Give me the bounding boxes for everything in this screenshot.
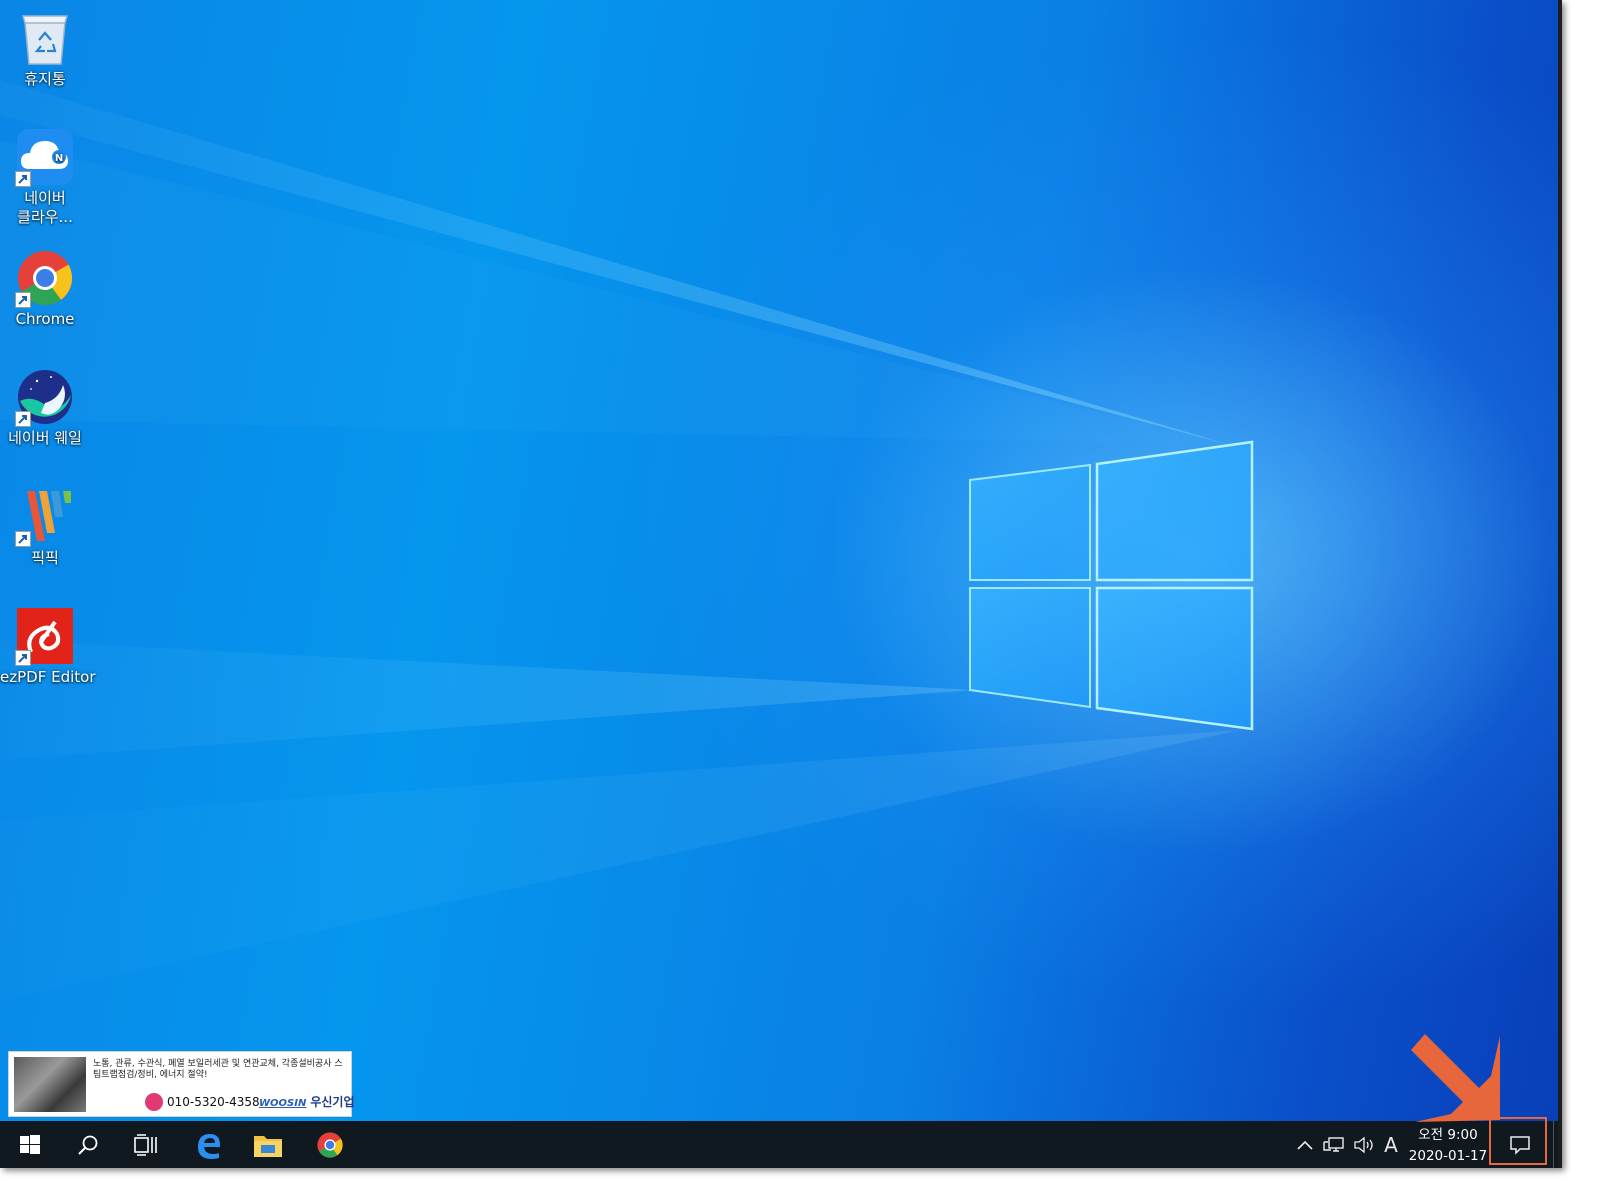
windows-logo [969, 440, 1254, 731]
ezpdf-icon [15, 606, 75, 666]
edge-taskbar-button[interactable] [180, 1121, 236, 1168]
task-view-icon [134, 1133, 157, 1156]
start-button[interactable] [2, 1121, 58, 1168]
desktop-icon-naver-cloud[interactable]: N 네이버 클라우... [0, 127, 90, 227]
ad-brand: WOOSIN 우신기업 [259, 1093, 355, 1110]
ad-phone-number: 010-5320-4358 [167, 1095, 260, 1109]
ad-banner[interactable]: 노통, 관류, 수관식, 폐열 보일러세관 및 연관교체, 각종설비공사 스팀트… [8, 1051, 355, 1117]
desktop-icon-label: ezPDF Editor [0, 668, 96, 686]
naver-whale-icon [15, 367, 75, 427]
network-tray-button[interactable] [1320, 1121, 1348, 1168]
chrome-taskbar-button[interactable] [302, 1121, 358, 1168]
clock[interactable]: 오전 9:00 2020-01-17 [1405, 1125, 1491, 1167]
shortcut-arrow-icon [15, 650, 31, 666]
naver-cloud-icon: N [15, 127, 75, 187]
screen-frame [1558, 0, 1562, 1168]
show-hidden-icons-button[interactable] [1292, 1121, 1318, 1168]
desktop-icon-chrome[interactable]: Chrome [0, 248, 90, 329]
volume-icon [1354, 1136, 1373, 1153]
chevron-up-icon [1297, 1140, 1313, 1150]
file-explorer-icon [254, 1135, 282, 1157]
shortcut-arrow-icon [15, 292, 31, 308]
desktop-icon-label: 휴지통 [24, 70, 66, 88]
start-icon [20, 1134, 40, 1154]
phone-icon [145, 1093, 163, 1111]
recycle-bin-icon [15, 8, 75, 68]
wallpaper-light-beams [0, 80, 1240, 1000]
desktop-icon-label: Chrome [15, 310, 75, 328]
chrome-icon [317, 1131, 343, 1158]
search-button[interactable] [60, 1121, 116, 1168]
clock-date: 2020-01-17 [1408, 1148, 1488, 1164]
ad-text: 노통, 관류, 수관식, 폐열 보일러세관 및 연관교체, 각종설비공사 스팀트… [93, 1059, 343, 1080]
shortcut-arrow-icon [15, 531, 31, 547]
desktop[interactable]: 휴지통 N 네이버 클라우... Chrome 네이버 웨일 픽픽 ezPDF … [0, 0, 1562, 1168]
input-indicator[interactable]: A [1378, 1121, 1404, 1168]
task-view-button[interactable] [118, 1121, 174, 1168]
desktop-icon-ezpdf-editor[interactable]: ezPDF Editor [0, 606, 96, 687]
shortcut-arrow-icon [15, 411, 31, 427]
desktop-icon-picpick[interactable]: 픽픽 [0, 487, 90, 568]
annotation-arrow-icon [1411, 1034, 1500, 1122]
desktop-icon-label: 픽픽 [31, 549, 59, 567]
ad-brand-logo: WOOSIN [259, 1098, 307, 1109]
network-icon [1323, 1136, 1344, 1152]
desktop-icon-naver-whale[interactable]: 네이버 웨일 [0, 367, 90, 448]
desktop-icon-label: 네이버 클라우... [17, 189, 73, 226]
desktop-icon-recycle-bin[interactable]: 휴지통 [0, 8, 90, 89]
taskbar: A 오전 9:00 2020-01-17 [0, 1121, 1562, 1168]
ad-photo [14, 1057, 86, 1112]
desktop-icon-label: 네이버 웨일 [8, 429, 82, 447]
shortcut-arrow-icon [15, 171, 31, 187]
svg-text:N: N [55, 153, 63, 164]
clock-time: 오전 9:00 [1418, 1127, 1478, 1143]
ad-brand-name: 우신기업 [310, 1095, 355, 1109]
picpick-icon [15, 487, 75, 547]
search-icon [78, 1135, 98, 1155]
volume-tray-button[interactable] [1350, 1121, 1378, 1168]
chrome-icon [15, 248, 75, 308]
edge-icon [198, 1133, 220, 1159]
file-explorer-taskbar-button[interactable] [240, 1121, 296, 1168]
